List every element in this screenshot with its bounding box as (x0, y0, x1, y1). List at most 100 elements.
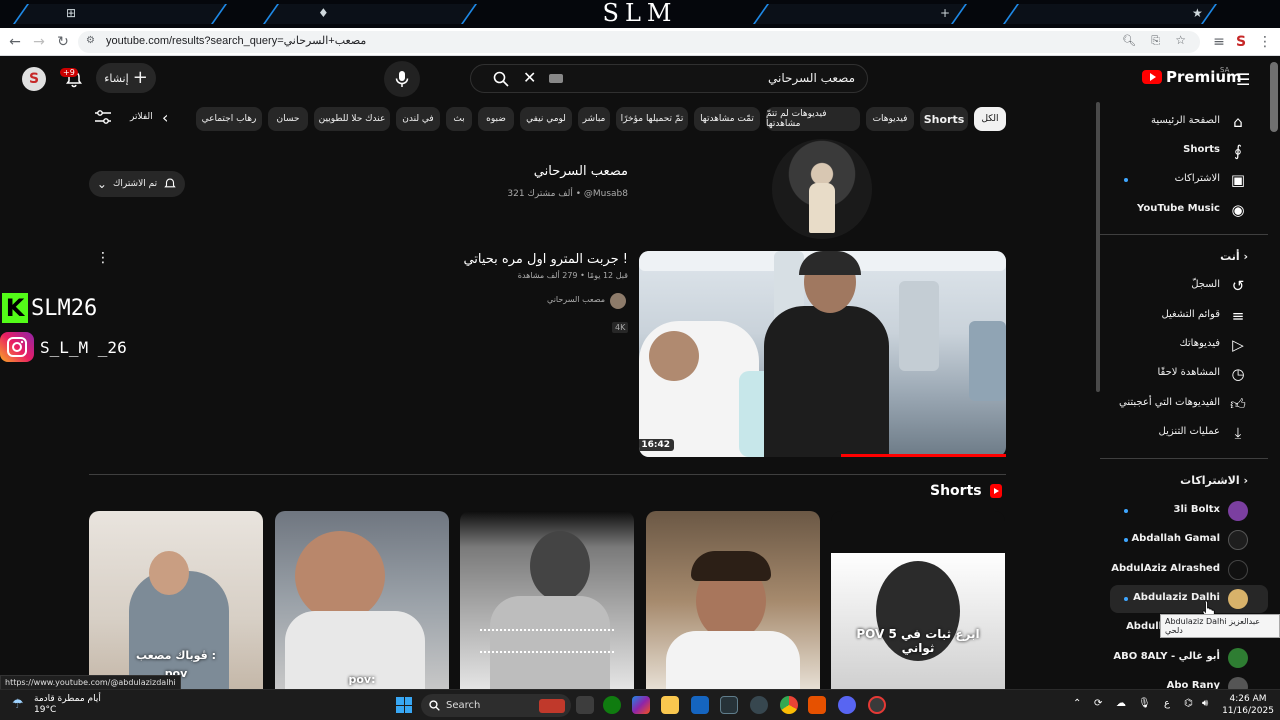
sidebar-subscription-item[interactable]: Abdulaziz Dalhi (1110, 585, 1268, 613)
video-title[interactable]: جربت المترو اول مره بحياتي ! (300, 252, 628, 267)
copilot-icon[interactable] (632, 696, 650, 714)
voice-search-button[interactable] (384, 61, 420, 97)
playlist-icon: ≡ (1231, 307, 1245, 325)
browser-tab[interactable] (752, 4, 968, 24)
sidebar-subscription-item[interactable]: AbdulAziz Alrashed (1110, 556, 1268, 584)
chip-watched[interactable]: تمّت مشاهدتها (694, 107, 760, 131)
browser-tab[interactable] (262, 4, 478, 24)
chip-london[interactable]: في لندن (396, 107, 440, 131)
install-icon[interactable]: ⎘ (1151, 34, 1160, 48)
history-icon: ↺ (1231, 277, 1245, 295)
sidebar-subscription-item[interactable]: Abdallah Gamal (1110, 526, 1268, 554)
clear-search-icon[interactable]: ✕ (523, 68, 536, 87)
network-icon[interactable]: ⌬ (1184, 698, 1193, 709)
volume-icon[interactable]: 🔊︎ (1202, 698, 1208, 709)
chip-recently-uploaded[interactable]: تمّ تحميلها مؤخرًا (616, 107, 688, 131)
short-card[interactable] (646, 511, 820, 691)
site-info-icon[interactable]: ⚙ (86, 35, 95, 46)
sidebar-item-playlists[interactable]: قوائم التشغيل ≡ (1110, 302, 1268, 330)
video-thumbnail[interactable]: 16:42 (639, 251, 1006, 457)
sidebar-item-youtube-music[interactable]: YouTube Music ◉ (1110, 196, 1268, 224)
xbox-icon[interactable] (603, 696, 621, 714)
new-content-dot (1124, 538, 1128, 542)
chip-social-anxiety[interactable]: رهاب اجتماعي (196, 107, 262, 131)
sidebar-item-shorts[interactable]: Shorts ∮ (1110, 137, 1268, 165)
search-button[interactable] (493, 71, 509, 87)
microphone-icon[interactable]: 🎙︎ (1138, 698, 1151, 709)
chevron-left-icon[interactable]: ‹ (162, 108, 168, 127)
chevron-up-icon[interactable]: ⌃ (1073, 698, 1081, 709)
taskbar-clock[interactable]: 4:26 AM 11/16/2025 (1220, 693, 1276, 717)
video-channel-avatar[interactable] (610, 293, 626, 309)
short-card[interactable]: POV ابرع ثبات في 5 ثواني (831, 511, 1005, 691)
weather-widget[interactable]: أيام ممطرة قادمة 19°C (34, 694, 101, 716)
address-bar[interactable]: ⚙ youtube.com/results?search_query=مصعب+… (78, 31, 1200, 53)
chip-shorts[interactable]: Shorts (920, 107, 968, 131)
sidebar-item-home[interactable]: الصفحة الرئيسية ⌂ (1110, 108, 1268, 136)
sidebar-subscriptions-heading[interactable]: الاشتراكات › (1110, 474, 1268, 487)
search-input[interactable]: ✕ مصعب السرحاني (470, 64, 868, 93)
microsoft-store-icon[interactable] (691, 696, 709, 714)
subscribed-button[interactable]: ⌄ تم الاشتراك (89, 171, 185, 197)
create-button[interactable]: إنشاء + (96, 63, 156, 93)
create-label: إنشاء (104, 71, 129, 85)
sidebar-item-liked-videos[interactable]: الفيديوهات التي أعجبتني 👍︎ (1110, 390, 1268, 418)
sidebar-you-heading[interactable]: أنت › (1110, 250, 1268, 263)
filters-button[interactable]: الفلاتر (94, 109, 153, 125)
sidebar-subscription-item[interactable]: ABO 8ALY - أبو غالي (1110, 644, 1268, 672)
weather-rain-icon[interactable]: ☂ (12, 697, 24, 712)
sidebar-subscription-item[interactable]: 3li Boltx (1110, 497, 1268, 525)
language-indicator[interactable]: ع (1164, 698, 1170, 709)
chip-hassan[interactable]: حسان (268, 107, 308, 131)
chip-unwatched[interactable]: فيديوهات لم تتمّ مشاهدتها (766, 107, 860, 131)
forward-arrow-icon[interactable]: → (30, 33, 48, 51)
chip-tall[interactable]: عندك حلا للطويين (314, 107, 390, 131)
start-button-icon[interactable] (396, 697, 412, 713)
sync-icon[interactable]: ⟳ (1094, 698, 1102, 709)
file-explorer-icon[interactable] (661, 696, 679, 714)
task-view-icon[interactable] (576, 696, 594, 714)
browser-menu-icon[interactable]: ⋮ (1256, 33, 1274, 51)
avatar[interactable]: S (22, 67, 46, 91)
bookmark-star-icon[interactable]: ☆ (1175, 33, 1186, 47)
back-arrow-icon[interactable]: ← (6, 33, 24, 51)
sidebar-item-watch-later[interactable]: المشاهدة لاحقًا ◷ (1110, 360, 1268, 388)
short-card[interactable] (460, 511, 634, 691)
sidebar-item-downloads[interactable]: عمليات التنزيل ⤓ (1110, 419, 1268, 447)
app-icon[interactable] (808, 696, 826, 714)
hamburger-menu-icon[interactable]: ☰ (1236, 70, 1250, 89)
sidebar-item-your-videos[interactable]: فيديوهاتك ▷ (1110, 331, 1268, 359)
discord-icon[interactable] (838, 696, 856, 714)
cloud-icon[interactable]: ☁ (1116, 698, 1126, 709)
chip-dabboh[interactable]: ضبوه (478, 107, 514, 131)
channel-name[interactable]: مصعب السرحاني (420, 164, 628, 179)
chip-lumi[interactable]: لومي نيفي (520, 107, 572, 131)
reading-list-icon[interactable]: ≡ (1210, 33, 1228, 51)
taskbar-search[interactable]: Search (421, 694, 571, 717)
results-scrollbar[interactable] (1096, 102, 1100, 392)
sidebar-item-history[interactable]: السجلّ ↺ (1110, 272, 1268, 300)
short-card[interactable]: pov: (275, 511, 449, 691)
channel-avatar[interactable] (772, 139, 872, 239)
video-channel-name[interactable]: مصعب السرحاني (450, 295, 605, 304)
short-card[interactable]: ڤوباك مصعب : pov (89, 511, 263, 691)
page-scrollbar[interactable] (1270, 62, 1278, 132)
browser-tab[interactable] (1002, 4, 1218, 24)
reload-icon[interactable]: ↻ (54, 33, 72, 51)
app-icon[interactable] (868, 696, 886, 714)
chip-all[interactable]: الكل (974, 107, 1006, 131)
chip-videos[interactable]: فيديوهات (866, 107, 914, 131)
extension-icon[interactable]: S (1232, 33, 1250, 51)
unity-icon[interactable] (720, 696, 738, 714)
chip-live[interactable]: مباشر (578, 107, 610, 131)
more-options-icon[interactable]: ⋮ (96, 250, 110, 266)
keyboard-icon[interactable] (549, 74, 563, 83)
new-tab-icon[interactable]: + (940, 6, 950, 20)
star-icon[interactable]: ★ (1192, 6, 1203, 20)
zoom-icon[interactable]: 🔍︎ (1122, 34, 1136, 47)
chip-live-stream[interactable]: بث (446, 107, 472, 131)
sidebar-item-subscriptions[interactable]: الاشتراكات ▣ (1110, 166, 1268, 194)
chrome-icon[interactable] (780, 696, 798, 714)
browser-tab[interactable] (12, 4, 228, 24)
settings-gear-icon[interactable] (750, 696, 768, 714)
